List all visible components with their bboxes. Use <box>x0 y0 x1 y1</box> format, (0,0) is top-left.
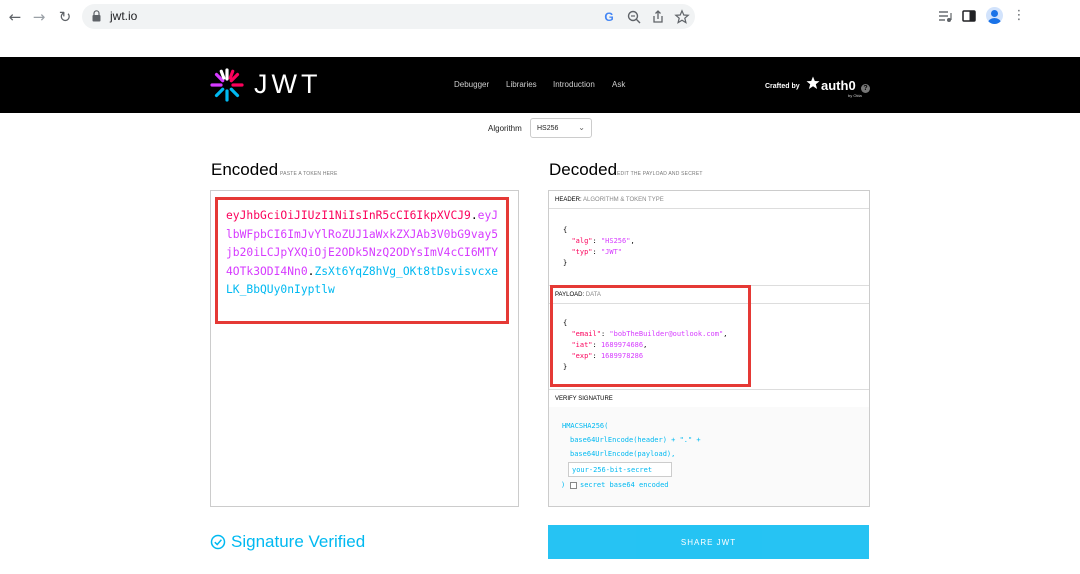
share-page-icon[interactable] <box>650 9 666 25</box>
signature-section-title: VERIFY SIGNATURE <box>549 390 869 408</box>
decoded-subtitle: EDIT THE PAYLOAD AND SECRET <box>617 171 703 177</box>
crafted-by-text: Crafted by <box>765 83 800 90</box>
json-key: "email" <box>571 330 601 338</box>
site-header: JWT Debugger Libraries Introduction Ask … <box>0 57 1080 113</box>
encoded-subtitle: PASTE A TOKEN HERE <box>280 171 338 177</box>
more-menu-icon[interactable]: ⋮ <box>1010 7 1028 25</box>
hmac-close: ) <box>561 481 566 489</box>
signature-verified-status: Signature Verified <box>231 532 366 551</box>
nav-libraries[interactable]: Libraries <box>506 80 537 89</box>
help-icon[interactable]: ? <box>861 84 870 93</box>
json-key: "alg" <box>571 237 593 245</box>
share-jwt-button[interactable]: SHARE JWT <box>548 525 869 559</box>
jwt-logo-text[interactable]: JWT <box>254 69 321 100</box>
auth0-brand[interactable]: auth0 <box>821 78 856 93</box>
base64-encoded-checkbox[interactable] <box>570 482 577 489</box>
base64-checkbox-label[interactable]: secret base64 encoded <box>580 481 669 489</box>
chevron-down-icon: ⌄ <box>578 123 585 132</box>
json-key: "iat" <box>571 341 593 349</box>
back-icon[interactable]: ← <box>5 7 25 27</box>
signature-label: VERIFY SIGNATURE <box>555 396 613 402</box>
nav-debugger[interactable]: Debugger <box>454 80 489 89</box>
json-value: "HS256" <box>600 237 631 245</box>
token-header-part: eyJhbGciOiJIUzI1NiIsInR5cCI6IkpXVCJ9 <box>226 209 471 222</box>
header-section-title: HEADER: ALGORITHM & TOKEN TYPE <box>549 191 869 209</box>
media-queue-icon[interactable] <box>936 7 954 25</box>
reload-icon[interactable]: ↻ <box>55 7 75 27</box>
json-key: "typ" <box>571 248 593 256</box>
json-value: "bobTheBuilder@outlook.com" <box>609 330 724 338</box>
jwt-logo-icon[interactable] <box>210 68 244 102</box>
auth0-star-icon <box>806 76 820 89</box>
forward-icon[interactable]: → <box>29 7 49 27</box>
json-value: 1689974686 <box>600 341 644 349</box>
payload-sublabel: DATA <box>585 292 601 298</box>
payload-json-editor[interactable]: { "email": "bobTheBuilder@outlook.com", … <box>563 318 727 373</box>
profile-avatar[interactable] <box>986 7 1003 24</box>
payload-section-title: PAYLOAD: DATA <box>549 286 869 304</box>
hmac-payload-arg: base64UrlEncode(payload), <box>570 450 676 458</box>
header-sublabel: ALGORITHM & TOKEN TYPE <box>583 197 664 203</box>
algorithm-label: Algorithm <box>488 124 522 133</box>
algorithm-value: HS256 <box>537 125 559 132</box>
lock-icon <box>92 10 101 22</box>
json-key: "exp" <box>571 352 593 360</box>
encoded-title: Encoded <box>211 160 279 179</box>
check-circle-icon <box>210 534 226 550</box>
bookmark-star-icon[interactable] <box>674 9 690 25</box>
algorithm-select[interactable]: HS256 ⌄ <box>530 118 592 138</box>
encoded-token[interactable]: eyJhbGciOiJIUzI1NiIsInR5cCI6IkpXVCJ9.eyJ… <box>226 207 504 300</box>
decoded-title: Decoded <box>549 160 618 179</box>
hmac-header-arg: base64UrlEncode(header) + "." + <box>570 436 701 444</box>
hmac-function: HMACSHA256( <box>562 422 609 430</box>
browser-toolbar: ← → ↻ jwt.io G ⋮ <box>0 0 1080 57</box>
side-panel-icon[interactable] <box>960 7 978 25</box>
google-icon[interactable]: G <box>601 9 617 25</box>
json-value: 1689978286 <box>600 352 644 360</box>
zoom-icon[interactable] <box>626 9 642 25</box>
header-json-editor[interactable]: { "alg": "HS256", "typ": "JWT" } <box>563 225 635 269</box>
nav-introduction[interactable]: Introduction <box>553 80 595 89</box>
token-dot: . <box>470 209 478 222</box>
url-text: jwt.io <box>110 9 138 23</box>
json-value: "JWT" <box>600 248 623 256</box>
nav-ask[interactable]: Ask <box>612 80 625 89</box>
secret-input[interactable]: your-256-bit-secret <box>568 462 672 477</box>
by-okta-text: by Okta <box>848 93 862 98</box>
payload-label: PAYLOAD: <box>555 292 585 298</box>
address-bar[interactable]: jwt.io G <box>82 4 695 29</box>
header-label: HEADER: <box>555 197 582 203</box>
